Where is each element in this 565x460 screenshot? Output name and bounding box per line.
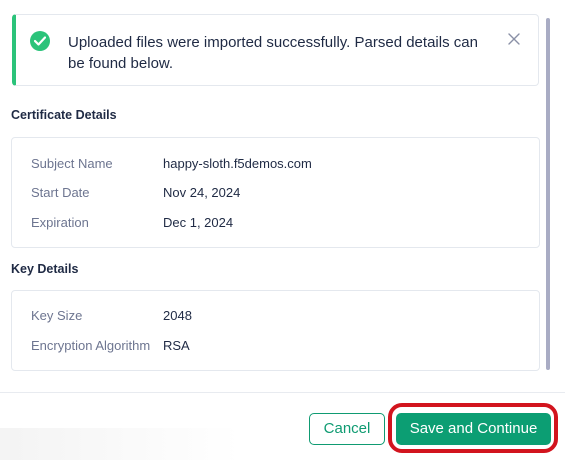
detail-label: Start Date: [31, 185, 90, 200]
detail-row: Expiration Dec 1, 2024: [12, 213, 539, 233]
detail-label: Subject Name: [31, 156, 113, 171]
cancel-button[interactable]: Cancel: [309, 413, 385, 445]
detail-value: Nov 24, 2024: [163, 185, 241, 200]
detail-row: Start Date Nov 24, 2024: [12, 183, 539, 203]
key-details-card: Key Size 2048 Encryption Algorithm RSA: [11, 290, 540, 371]
detail-value: Dec 1, 2024: [163, 215, 234, 230]
certificate-details-card: Subject Name happy-sloth.f5demos.com Sta…: [11, 137, 540, 248]
footer-divider: [0, 392, 565, 393]
detail-row: Subject Name happy-sloth.f5demos.com: [12, 154, 539, 174]
highlight-outline: [388, 403, 558, 453]
vertical-scrollbar[interactable]: [546, 18, 550, 370]
detail-row: Encryption Algorithm RSA: [12, 336, 539, 356]
certificate-details-heading: Certificate Details: [11, 108, 117, 122]
detail-value: happy-sloth.f5demos.com: [163, 156, 312, 171]
footer-shadow: [0, 428, 240, 460]
detail-label: Key Size: [31, 308, 83, 323]
check-circle-icon: [30, 31, 50, 51]
alert-message: Uploaded files were imported successfull…: [68, 34, 478, 72]
detail-label: Expiration: [31, 215, 89, 230]
detail-label: Encryption Algorithm: [31, 338, 151, 353]
dialog-body: Uploaded files were imported successfull…: [0, 0, 551, 392]
detail-row: Key Size 2048: [12, 306, 539, 326]
key-details-heading: Key Details: [11, 262, 79, 276]
success-alert: Uploaded files were imported successfull…: [12, 14, 539, 86]
detail-value: 2048: [163, 308, 192, 323]
detail-value: RSA: [163, 338, 190, 353]
close-icon[interactable]: [506, 31, 522, 47]
